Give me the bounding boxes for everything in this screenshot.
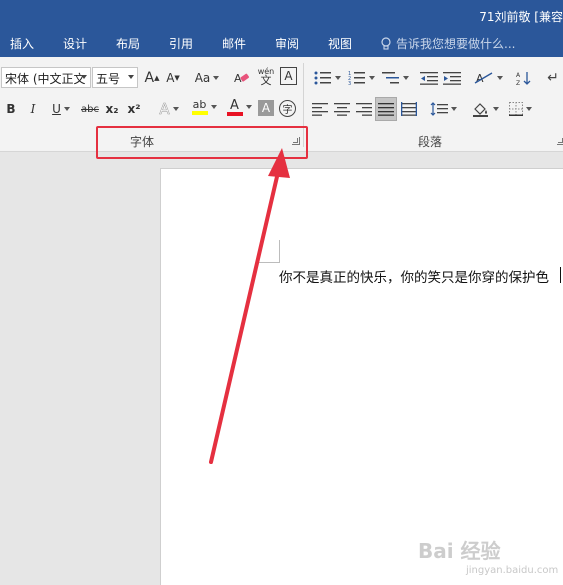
arrow-head-icon <box>268 148 290 178</box>
watermark-logo: Bai 经验 <box>418 539 501 563</box>
watermark-url: jingyan.baidu.com <box>466 565 559 576</box>
arrow-shaft <box>209 166 281 464</box>
annotation-arrow <box>209 148 290 464</box>
